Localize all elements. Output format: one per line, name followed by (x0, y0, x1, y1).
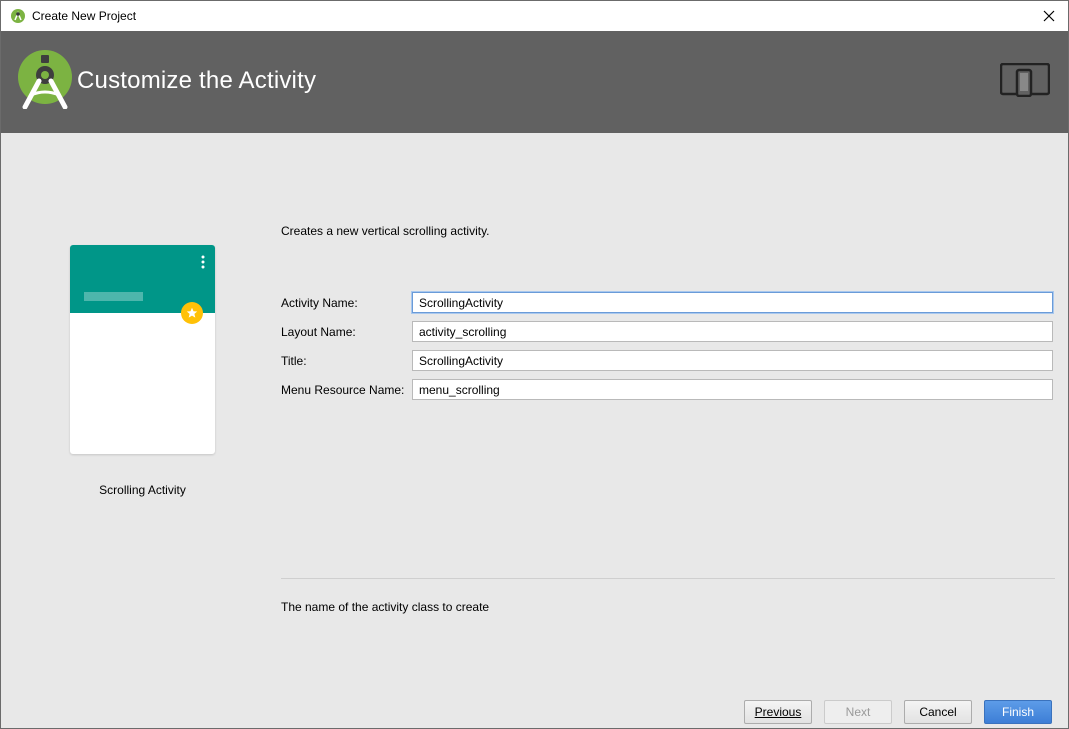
activity-name-row: Activity Name: ScrollingActivity (281, 292, 1055, 316)
android-studio-app-icon (11, 9, 25, 23)
android-studio-logo-icon (18, 50, 72, 109)
close-button[interactable] (1038, 5, 1060, 27)
menu-resource-name-row: Menu Resource Name: menu_scrolling (281, 379, 1055, 403)
layout-name-row: Layout Name: activity_scrolling (281, 321, 1055, 345)
finish-button-label: Finish (1001, 705, 1034, 719)
field-help-text: The name of the activity class to create (281, 600, 490, 614)
create-project-dialog: Create New Project Customize the Activit… (0, 0, 1069, 729)
menu-resource-name-label: Menu Resource Name: (281, 383, 405, 397)
layout-name-label: Layout Name: (281, 325, 356, 339)
next-button-label: Next (845, 705, 871, 719)
preview-title-placeholder (84, 292, 143, 301)
preview-fab (181, 302, 203, 324)
next-button[interactable]: Next (824, 700, 892, 724)
previous-button[interactable]: Previous (744, 700, 812, 724)
divider (281, 578, 1055, 579)
star-icon (186, 307, 198, 318)
activity-preview-card (70, 245, 215, 454)
layout-name-input[interactable]: activity_scrolling (412, 321, 1053, 342)
activity-name-input[interactable]: ScrollingActivity (412, 292, 1053, 313)
preview-label: Scrolling Activity (99, 483, 186, 497)
previous-button-label: Previous (754, 705, 802, 719)
activity-name-label: Activity Name: (281, 296, 358, 310)
title-bar: Create New Project (1, 1, 1068, 31)
overflow-menu-icon (201, 255, 205, 269)
close-icon (1043, 10, 1055, 22)
activity-description: Creates a new vertical scrolling activit… (281, 224, 490, 238)
title-input[interactable]: ScrollingActivity (412, 350, 1053, 371)
cancel-button-label: Cancel (919, 705, 957, 719)
header-banner: Customize the Activity (1, 31, 1068, 133)
tablet-phone-icon (1000, 63, 1050, 97)
cancel-button[interactable]: Cancel (904, 700, 972, 724)
window-title: Create New Project (32, 9, 137, 23)
title-label: Title: (281, 354, 307, 368)
title-row: Title: ScrollingActivity (281, 350, 1055, 374)
finish-button[interactable]: Finish (984, 700, 1052, 724)
menu-resource-name-input[interactable]: menu_scrolling (412, 379, 1053, 400)
page-title: Customize the Activity (77, 67, 317, 94)
